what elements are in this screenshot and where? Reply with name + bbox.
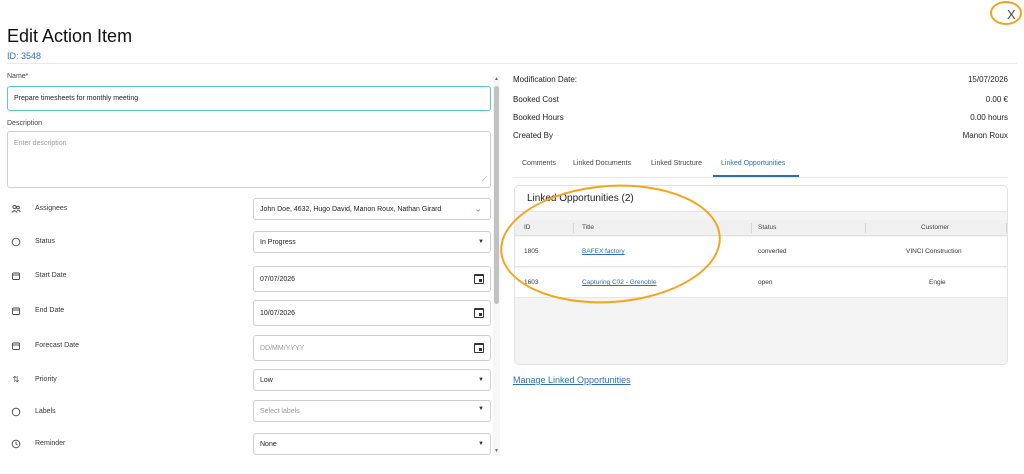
- page-title: Edit Action Item: [7, 26, 133, 46]
- linked-opportunities-card: Linked Opportunities (2) ID Title Status…: [514, 185, 1008, 365]
- users-icon: [11, 204, 21, 214]
- assignees-value: John Doe, 4632, Hugo David, Manon Roux, …: [260, 205, 442, 213]
- column-divider: [573, 223, 574, 233]
- priority-select[interactable]: Low ▼: [253, 369, 491, 391]
- labels-placeholder: Select labels: [260, 407, 300, 415]
- column-divider: [1006, 223, 1007, 233]
- end-date-value: 10/07/2026: [260, 309, 296, 317]
- sort-icon: ⇅: [12, 375, 20, 384]
- calendar-icon: [11, 341, 21, 351]
- end-date-input[interactable]: 10/07/2026: [253, 300, 491, 326]
- reminder-value: None: [260, 440, 277, 448]
- scrollbar-thumb[interactable]: [494, 86, 499, 304]
- scroll-up-icon[interactable]: ▲: [493, 76, 500, 82]
- card-header: Linked Opportunities (2): [515, 186, 1007, 212]
- calendar-picker-icon[interactable]: [474, 343, 484, 353]
- row-customer: Engie: [929, 279, 946, 286]
- tabs-divider: [513, 177, 1008, 178]
- forecast-date-input[interactable]: DD/MM/YYYY: [253, 335, 491, 361]
- booked-hours-label: Booked Hours: [513, 113, 564, 122]
- created-by-label: Created By: [513, 131, 554, 140]
- reminder-select[interactable]: None ▼: [253, 433, 491, 455]
- description-label: Description: [7, 120, 43, 127]
- column-header-title[interactable]: Title: [582, 224, 594, 231]
- row-status: open: [758, 279, 773, 286]
- column-header-customer[interactable]: Customer: [921, 224, 949, 231]
- caret-down-icon: ▼: [478, 406, 484, 412]
- caret-down-icon: ▼: [478, 377, 484, 383]
- row-id: 1805: [524, 248, 539, 255]
- tab-linked-opportunities[interactable]: Linked Opportunities: [721, 160, 785, 167]
- reminder-label: Reminder: [35, 440, 66, 447]
- active-tab-indicator: [713, 175, 799, 177]
- modification-date-value: 15/07/2026: [967, 75, 1008, 84]
- calendar-icon: [11, 271, 21, 281]
- table-header: ID Title Status Customer: [515, 220, 1007, 236]
- name-input[interactable]: Prepare timesheets for monthly meeting: [7, 86, 491, 111]
- row-customer: VINCI Construction: [906, 248, 962, 255]
- forecast-date-placeholder: DD/MM/YYYY: [260, 344, 305, 352]
- row-id: 1603: [524, 279, 539, 286]
- status-select[interactable]: In Progress ▼: [253, 231, 491, 253]
- assignees-select[interactable]: John Doe, 4632, Hugo David, Manon Roux, …: [253, 198, 491, 220]
- start-date-value: 07/07/2026: [260, 275, 296, 283]
- priority-label: Priority: [35, 376, 57, 383]
- name-value: Prepare timesheets for monthly meeting: [14, 95, 139, 102]
- action-item-id: ID: 3548: [7, 51, 42, 61]
- calendar-picker-icon[interactable]: [474, 274, 484, 284]
- scroll-down-icon[interactable]: ▼: [493, 448, 500, 454]
- close-icon[interactable]: X: [1007, 7, 1016, 22]
- chevron-down-icon: ⌄: [474, 203, 482, 214]
- start-date-label: Start Date: [35, 272, 67, 279]
- booked-hours-value: 0.00 hours: [970, 113, 1008, 122]
- close-highlight-annotation: [990, 1, 1022, 25]
- table-row[interactable]: 1603 Capturing C02 - Grenoble open Engie: [515, 268, 1007, 298]
- tab-comments[interactable]: Comments: [522, 160, 556, 167]
- tab-linked-structure[interactable]: Linked Structure: [651, 160, 702, 167]
- calendar-icon: [11, 306, 21, 316]
- table-row[interactable]: 1805 BAFEX factory converted VINCI Const…: [515, 237, 1007, 267]
- circle-icon: [11, 237, 21, 247]
- priority-value: Low: [260, 376, 273, 384]
- assignees-label: Assignees: [35, 205, 68, 212]
- tab-linked-documents[interactable]: Linked Documents: [573, 160, 631, 167]
- description-textarea[interactable]: Enter description ⟋: [7, 131, 491, 188]
- status-label: Status: [35, 238, 55, 245]
- column-header-status[interactable]: Status: [758, 224, 776, 231]
- calendar-picker-icon[interactable]: [474, 308, 484, 318]
- booked-cost-label: Booked Cost: [513, 95, 559, 104]
- booked-cost-value: 0.00 €: [985, 95, 1008, 104]
- column-divider: [751, 223, 752, 233]
- clock-icon: [11, 439, 21, 449]
- card-title: Linked Opportunities (2): [527, 193, 634, 204]
- labels-select[interactable]: Select labels ▼: [253, 400, 491, 422]
- start-date-input[interactable]: 07/07/2026: [253, 266, 491, 292]
- end-date-label: End Date: [35, 307, 65, 314]
- column-divider: [865, 223, 866, 233]
- caret-down-icon: ▼: [478, 239, 484, 245]
- resize-handle-icon[interactable]: ⟋: [482, 176, 487, 184]
- row-status: converted: [758, 248, 787, 255]
- name-label: Name*: [7, 73, 29, 80]
- column-header-id[interactable]: ID: [524, 224, 531, 231]
- circle-icon: [11, 407, 21, 417]
- header-divider: [7, 63, 1017, 64]
- opportunity-title-link[interactable]: BAFEX factory: [582, 248, 625, 255]
- caret-down-icon: ▼: [478, 441, 484, 447]
- forecast-date-label: Forecast Date: [35, 342, 79, 349]
- created-by-value: Manon Roux: [962, 131, 1008, 140]
- labels-label: Labels: [35, 408, 56, 415]
- opportunity-title-link[interactable]: Capturing C02 - Grenoble: [582, 279, 656, 286]
- description-placeholder: Enter description: [14, 140, 67, 147]
- modification-date-label: Modification Date:: [513, 75, 578, 84]
- status-value: In Progress: [260, 238, 296, 246]
- manage-linked-opportunities-link[interactable]: Manage Linked Opportunities: [513, 375, 631, 385]
